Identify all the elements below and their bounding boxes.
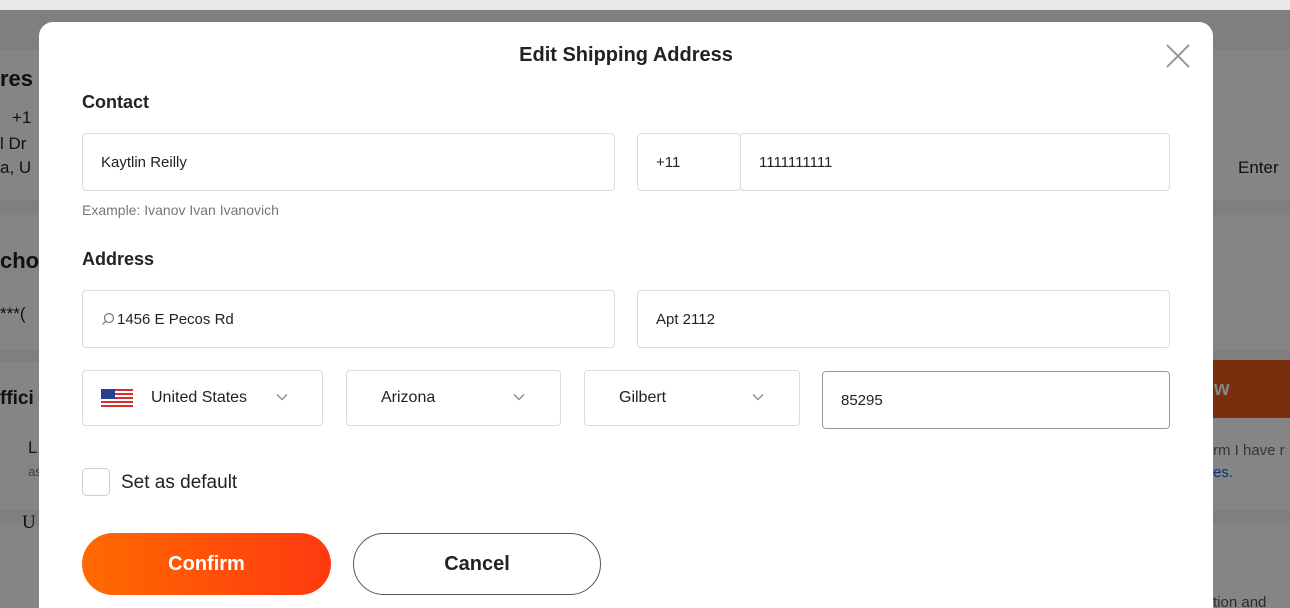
city-value: Gilbert — [619, 389, 667, 406]
set-default-checkbox[interactable] — [82, 468, 110, 496]
zip-code-field[interactable]: 85295 — [822, 371, 1170, 429]
phone-number-field[interactable]: 1111111111 — [740, 133, 1170, 191]
phone-number-value: 1111111111 — [759, 153, 833, 171]
zip-code-value: 85295 — [841, 391, 883, 409]
country-value: United States — [151, 389, 248, 406]
apartment-field[interactable]: Apt 2112 — [637, 290, 1170, 348]
chevron-down-icon — [513, 394, 525, 401]
state-value: Arizona — [381, 389, 436, 406]
city-select[interactable]: Gilbert — [584, 370, 800, 426]
search-icon — [102, 312, 115, 325]
name-hint: Example: Ivanov Ivan Ivanovich — [82, 202, 279, 218]
chevron-down-icon — [752, 394, 764, 401]
country-select[interactable]: United States — [82, 370, 323, 426]
close-button[interactable] — [1162, 40, 1194, 72]
contact-name-value: Kaytlin Reilly — [101, 153, 187, 171]
street-address-value: 1456 E Pecos Rd — [117, 310, 234, 328]
state-select[interactable]: Arizona — [346, 370, 561, 426]
confirm-button[interactable]: Confirm — [82, 533, 331, 595]
phone-code-value: +11 — [656, 153, 681, 171]
contact-section-label: Contact — [82, 92, 149, 112]
dialog-title: Edit Shipping Address — [519, 44, 733, 66]
top-band — [0, 0, 1290, 10]
set-default-label[interactable]: Set as default — [121, 472, 237, 494]
contact-name-field[interactable]: Kaytlin Reilly — [82, 133, 615, 191]
street-address-field[interactable]: 1456 E Pecos Rd — [82, 290, 615, 348]
close-icon — [1166, 44, 1190, 68]
us-flag-icon — [101, 389, 133, 407]
chevron-down-icon — [276, 394, 288, 401]
address-section-label: Address — [82, 249, 155, 269]
phone-code-field[interactable]: +11 — [637, 133, 741, 191]
edit-shipping-address-dialog: Edit Shipping Address Contact Kaytlin Re… — [39, 22, 1213, 608]
cancel-button[interactable]: Cancel — [353, 533, 601, 595]
apartment-value: Apt 2112 — [656, 310, 715, 328]
